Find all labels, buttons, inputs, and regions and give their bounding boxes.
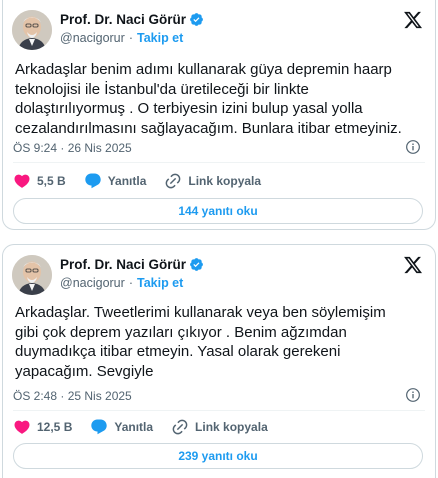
avatar[interactable] [12, 10, 52, 50]
tweet-timestamp[interactable]: ÖS 9:24 · 26 Nis 2025 [13, 141, 132, 155]
tweet-meta: ÖS 9:24 · 26 Nis 2025 [13, 139, 425, 155]
verified-badge-icon [189, 257, 204, 272]
divider [13, 410, 425, 411]
link-icon [166, 173, 181, 189]
copy-link-label: Link kopyala [195, 420, 268, 434]
tweet-card[interactable]: Prof. Dr. Naci Görür @nacigorur · Takip … [2, 0, 436, 230]
copy-link-button[interactable]: Link kopyala [164, 172, 261, 190]
like-button[interactable]: 12,5 B [13, 418, 72, 436]
heart-icon [14, 420, 30, 434]
reply-button[interactable]: Yanıtla [90, 418, 153, 436]
tweet-timestamp[interactable]: ÖS 2:48 · 25 Nis 2025 [13, 389, 132, 403]
heart-icon [14, 174, 30, 188]
reply-label: Yanıtla [114, 420, 154, 434]
separator-dot: · [128, 31, 133, 45]
like-button[interactable]: 5,5 B [13, 172, 66, 190]
speech-bubble-icon [91, 419, 108, 435]
reply-label: Yanıtla [107, 174, 147, 188]
tweet-text: Arkadaşlar. Tweetlerimi kullanarak veya … [15, 304, 386, 380]
author-handle[interactable]: @nacigorur [60, 31, 125, 45]
tweet-actions: 12,5 B Yanıtla Link kopyala [13, 417, 425, 437]
x-logo-icon[interactable] [403, 10, 423, 30]
info-icon[interactable] [405, 387, 421, 403]
tweet-header: Prof. Dr. Naci Görür @nacigorur · Takip … [12, 10, 423, 50]
tweet-card[interactable]: Prof. Dr. Naci Görür @nacigorur · Takip … [2, 244, 436, 478]
speech-bubble-icon [85, 173, 101, 189]
separator-dot: · [128, 276, 133, 290]
author-handle[interactable]: @nacigorur [60, 276, 125, 290]
tweet-header: Prof. Dr. Naci Görür @nacigorur · Takip … [12, 255, 423, 295]
follow-button[interactable]: Takip et [137, 31, 183, 45]
link-icon [172, 419, 188, 435]
copy-link-label: Link kopyala [188, 174, 262, 188]
author-name[interactable]: Prof. Dr. Naci Görür [60, 12, 186, 27]
tweet-text: Arkadaşlar benim adımı kullanarak güya d… [15, 61, 402, 137]
avatar[interactable] [12, 255, 52, 295]
like-count: 12,5 B [37, 420, 73, 434]
verified-badge-icon [189, 12, 204, 27]
like-count: 5,5 B [37, 174, 66, 188]
copy-link-button[interactable]: Link kopyala [171, 418, 268, 436]
read-replies-button[interactable]: 144 yanıtı oku [13, 198, 423, 224]
divider [13, 162, 425, 163]
tweet-actions: 5,5 B Yanıtla Link kopyala [13, 171, 425, 191]
read-replies-button[interactable]: 239 yanıtı oku [13, 443, 423, 469]
follow-button[interactable]: Takip et [137, 276, 183, 290]
info-icon[interactable] [405, 139, 421, 155]
tweet-meta: ÖS 2:48 · 25 Nis 2025 [13, 387, 425, 403]
reply-button[interactable]: Yanıtla [84, 172, 147, 190]
author-name[interactable]: Prof. Dr. Naci Görür [60, 257, 186, 272]
x-logo-icon[interactable] [403, 255, 423, 275]
